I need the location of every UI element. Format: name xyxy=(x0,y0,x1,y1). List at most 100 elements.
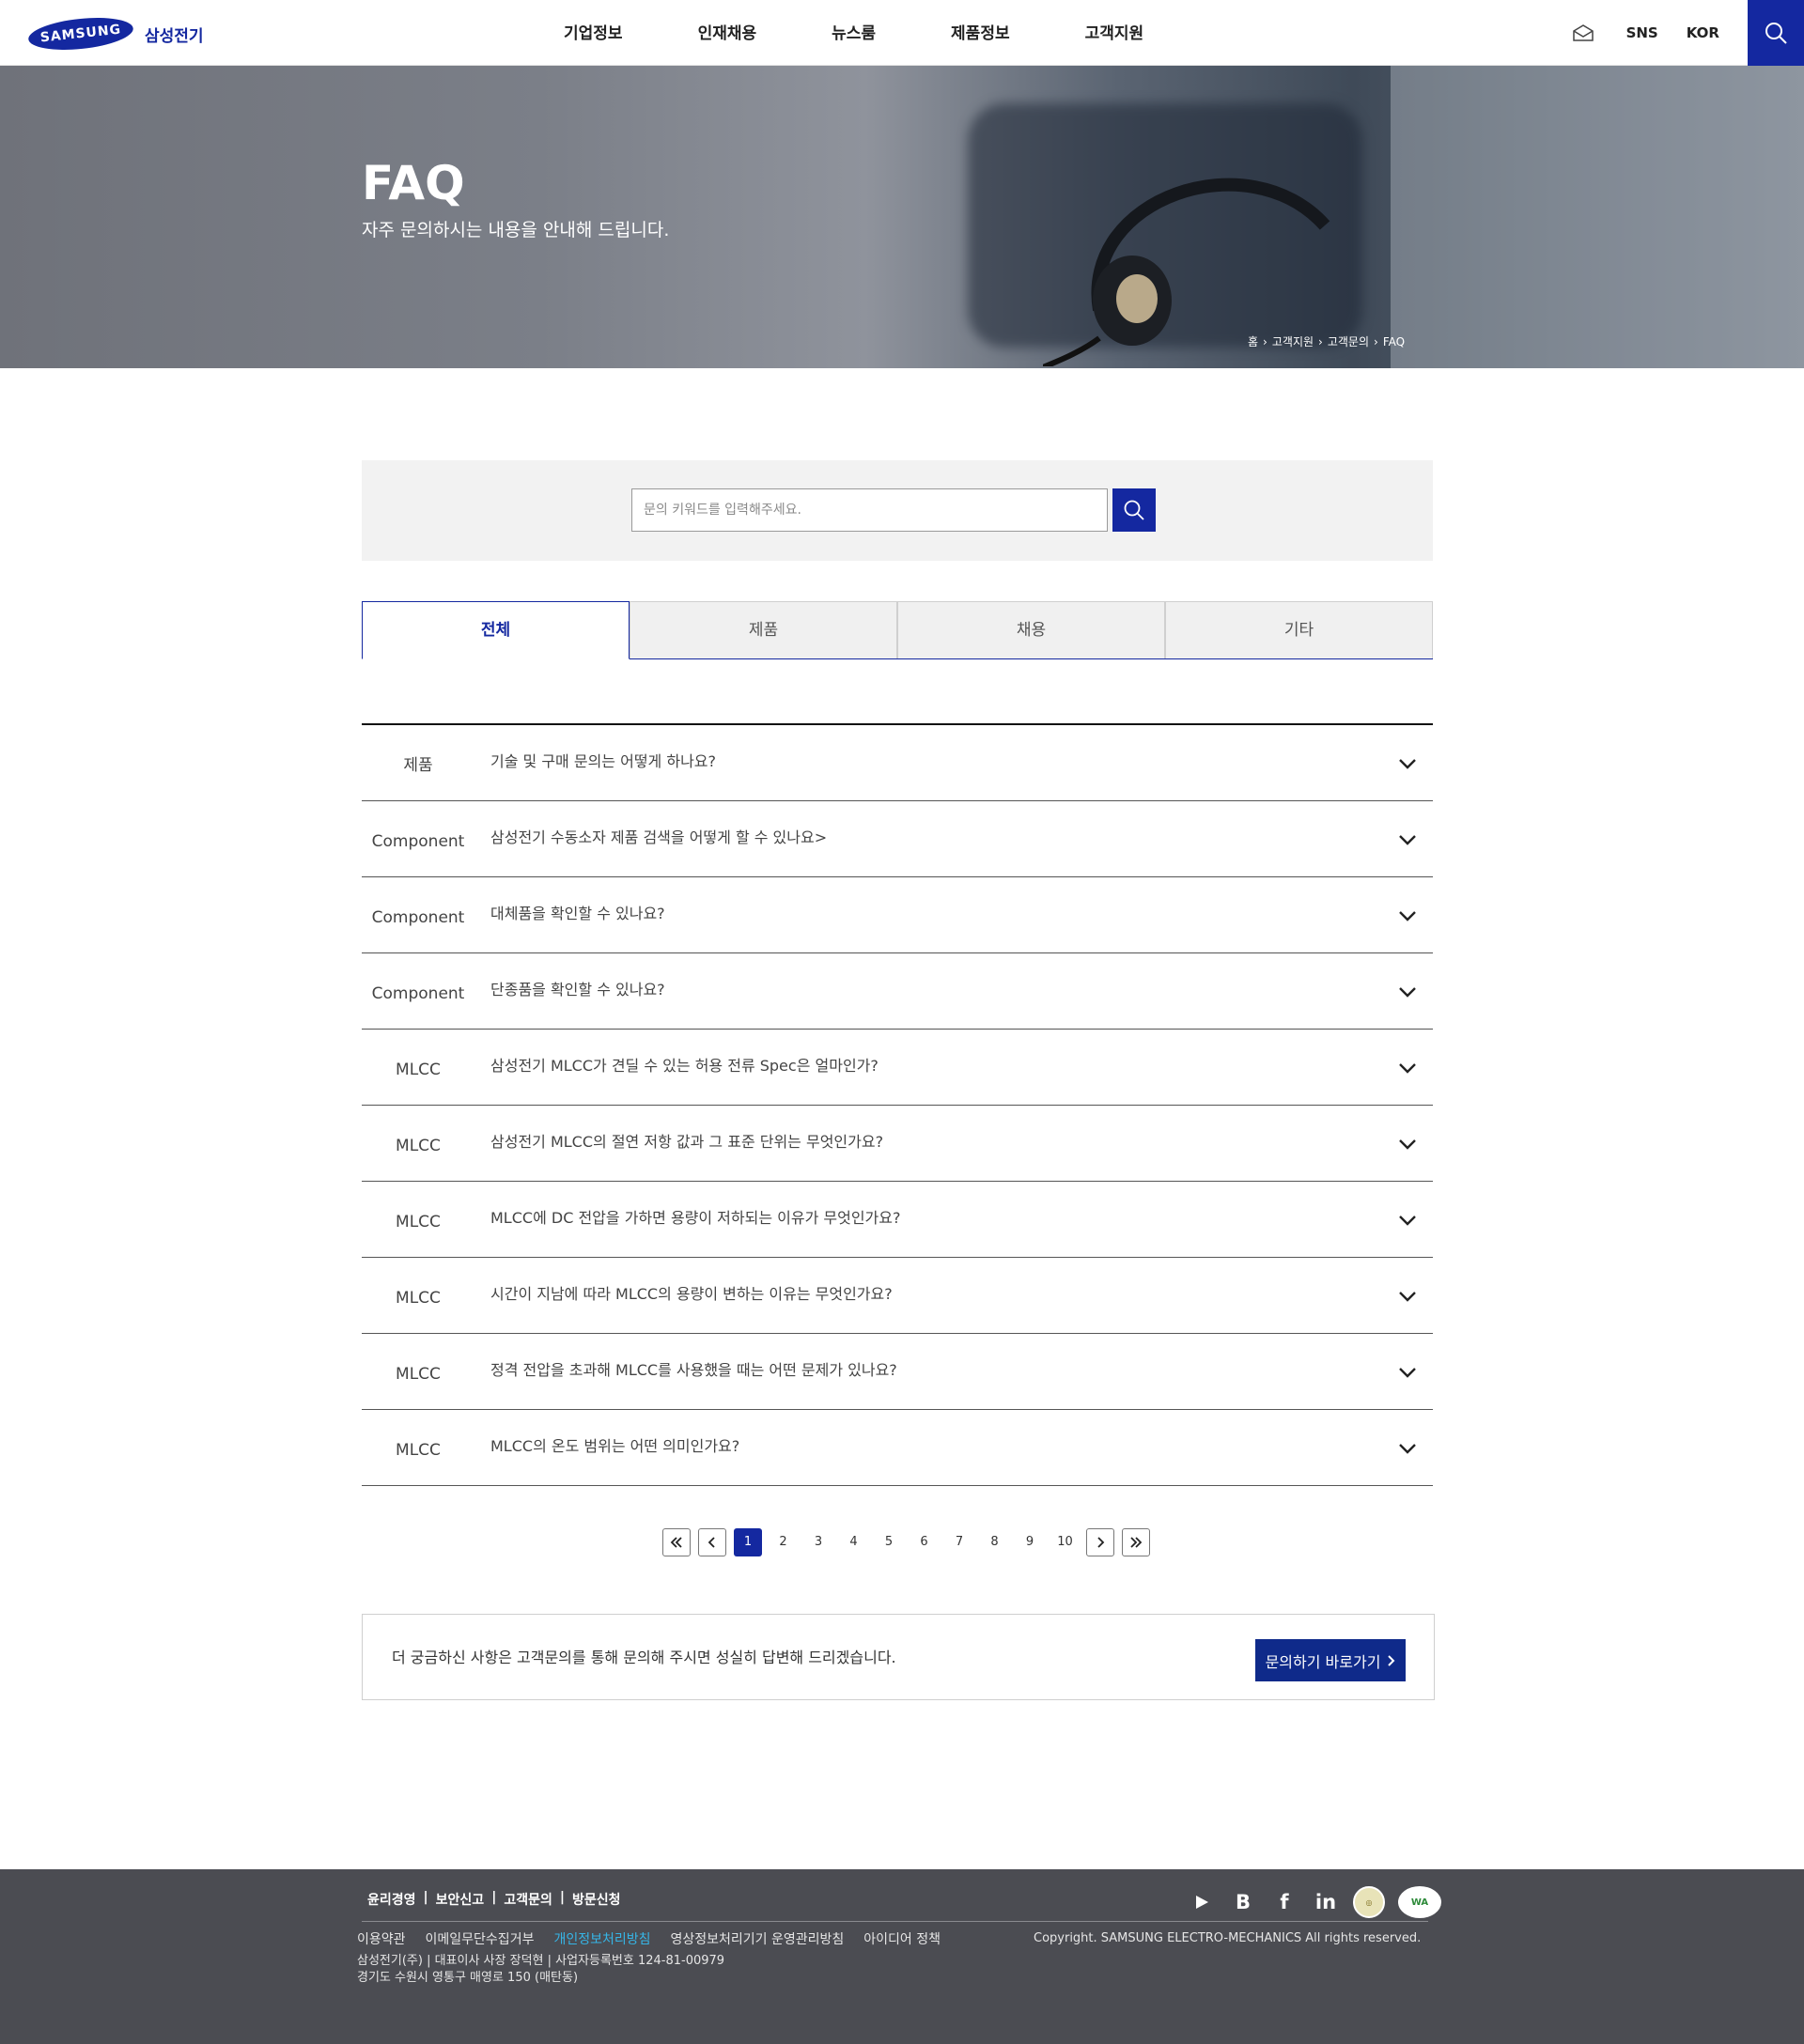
logo-kor-text: 삼성전기 xyxy=(145,26,204,46)
page-number[interactable]: 1 xyxy=(734,1528,762,1556)
last-page-button[interactable] xyxy=(1122,1528,1150,1556)
faq-category: MLCC xyxy=(396,1441,441,1460)
pagination: 1 2 3 4 5 6 7 8 9 10 xyxy=(662,1528,1158,1556)
company-address: 경기도 수원시 영통구 매영로 150 (매탄동) xyxy=(357,1971,579,1985)
chevron-right-icon: › xyxy=(1263,334,1267,348)
next-page-button[interactable] xyxy=(1086,1528,1114,1556)
laptop-image xyxy=(1391,66,1804,368)
blog-icon[interactable]: B xyxy=(1229,1888,1257,1916)
linkedin-icon[interactable]: in xyxy=(1312,1888,1340,1916)
web-accessibility-badge-icon[interactable]: WA xyxy=(1398,1886,1441,1918)
chevron-down-icon[interactable] xyxy=(1397,1212,1418,1229)
faq-category: MLCC xyxy=(396,1365,441,1384)
page-number[interactable]: 8 xyxy=(981,1528,1009,1556)
header-search-button[interactable] xyxy=(1748,0,1804,66)
faq-category: Component xyxy=(371,908,465,927)
search-button[interactable] xyxy=(1112,488,1156,532)
chevron-down-icon[interactable] xyxy=(1397,1060,1418,1076)
inquiry-button[interactable]: 문의하기 바로가기 xyxy=(1255,1639,1406,1681)
faq-list: 제품 기술 및 구매 문의는 어떻게 하나요? Component 삼성전기 수… xyxy=(362,723,1433,1486)
faq-question: MLCC에 DC 전압을 가하면 용량이 저하되는 이유가 무엇인가요? xyxy=(490,1209,901,1227)
page-number[interactable]: 9 xyxy=(1016,1528,1044,1556)
policy-cctv[interactable]: 영상정보처리기기 운영관리방침 xyxy=(671,1929,845,1948)
footer-link-inquiry[interactable]: 고객문의 xyxy=(504,1890,552,1909)
tab-recruit[interactable]: 채용 xyxy=(897,601,1165,658)
inquiry-text: 더 궁금하신 사항은 고객문의를 통해 문의해 주시면 성실히 답변해 드리겠습… xyxy=(392,1649,896,1666)
nav-item-newsroom[interactable]: 뉴스룸 xyxy=(794,0,913,66)
sns-link[interactable]: SNS xyxy=(1626,24,1658,41)
double-chevron-right-icon xyxy=(1130,1537,1143,1548)
faq-item[interactable]: 제품 기술 및 구매 문의는 어떻게 하나요? xyxy=(362,725,1433,801)
page-number[interactable]: 4 xyxy=(840,1528,868,1556)
chevron-down-icon[interactable] xyxy=(1397,1364,1418,1381)
footer-link-security[interactable]: 보안신고 xyxy=(436,1890,485,1909)
breadcrumb-home[interactable]: 홈 xyxy=(1248,333,1258,349)
faq-item[interactable]: MLCC MLCC의 온도 범위는 어떤 의미인가요? xyxy=(362,1410,1433,1486)
faq-question: 삼성전기 MLCC의 절연 저항 값과 그 표준 단위는 무엇인가요? xyxy=(490,1133,884,1151)
faq-category: MLCC xyxy=(396,1137,441,1155)
play-icon[interactable] xyxy=(1188,1888,1216,1916)
page-number[interactable]: 5 xyxy=(875,1528,903,1556)
faq-search-panel xyxy=(362,460,1433,561)
faq-item[interactable]: MLCC 정격 전압을 초과해 MLCC를 사용했을 때는 어떤 문제가 있나요… xyxy=(362,1334,1433,1410)
chevron-down-icon[interactable] xyxy=(1397,983,1418,1000)
chevron-down-icon[interactable] xyxy=(1397,1136,1418,1153)
divider: | xyxy=(559,1890,565,1905)
tab-all[interactable]: 전체 xyxy=(362,601,630,659)
chevron-down-icon[interactable] xyxy=(1397,831,1418,848)
faq-item[interactable]: MLCC 삼성전기 MLCC가 견딜 수 있는 허용 전류 Spec은 얼마인가… xyxy=(362,1030,1433,1106)
page-subtitle: 자주 문의하시는 내용을 안내해 드립니다. xyxy=(362,220,670,240)
faq-category: 제품 xyxy=(403,756,433,775)
faq-item[interactable]: Component 삼성전기 수동소자 제품 검색을 어떻게 할 수 있나요> xyxy=(362,801,1433,877)
page-number[interactable]: 2 xyxy=(770,1528,798,1556)
chevron-down-icon[interactable] xyxy=(1397,1440,1418,1457)
page-number[interactable]: 6 xyxy=(910,1528,939,1556)
language-select[interactable]: KOR xyxy=(1687,24,1719,41)
main-nav: 기업정보 인재채용 뉴스룸 제품정보 고객지원 xyxy=(526,0,1181,66)
faq-question: 정격 전압을 초과해 MLCC를 사용했을 때는 어떤 문제가 있나요? xyxy=(490,1361,897,1379)
breadcrumb-support[interactable]: 고객지원 xyxy=(1272,333,1314,349)
chevron-down-icon[interactable] xyxy=(1397,755,1418,772)
search-icon xyxy=(1124,500,1144,520)
policy-idea[interactable]: 아이디어 정책 xyxy=(863,1929,941,1948)
page-title: FAQ xyxy=(362,156,465,210)
chevron-down-icon[interactable] xyxy=(1397,1288,1418,1305)
faq-question: MLCC의 온도 범위는 어떤 의미인가요? xyxy=(490,1437,740,1455)
facebook-icon[interactable]: f xyxy=(1270,1888,1299,1916)
footer-link-visit[interactable]: 방문신청 xyxy=(572,1890,621,1909)
page-number[interactable]: 7 xyxy=(945,1528,973,1556)
samsung-logo[interactable]: SAMSUNG 삼성전기 xyxy=(26,13,204,54)
certification-badge-icon[interactable]: ◎ xyxy=(1353,1886,1385,1918)
chevron-right-icon: › xyxy=(1374,334,1378,348)
page-number[interactable]: 3 xyxy=(804,1528,832,1556)
chevron-right-icon xyxy=(1388,1654,1395,1666)
chevron-down-icon[interactable] xyxy=(1397,907,1418,924)
nav-item-products[interactable]: 제품정보 xyxy=(913,0,1048,66)
search-input[interactable] xyxy=(631,488,1108,532)
policy-terms[interactable]: 이용약관 xyxy=(357,1929,406,1948)
company-info: 삼성전기(주) | 대표이사 사장 장덕현 | 사업자등록번호 124-81-0… xyxy=(357,1954,725,1968)
nav-item-support[interactable]: 고객지원 xyxy=(1048,0,1182,66)
tab-product[interactable]: 제품 xyxy=(630,601,897,658)
page-number[interactable]: 10 xyxy=(1051,1528,1080,1556)
breadcrumb: 홈 › 고객지원 › 고객문의 › FAQ xyxy=(1248,333,1405,349)
nav-item-company[interactable]: 기업정보 xyxy=(526,0,661,66)
faq-question: 대체품을 확인할 수 있나요? xyxy=(490,905,665,922)
faq-item[interactable]: MLCC 시간이 지남에 따라 MLCC의 용량이 변하는 이유는 무엇인가요? xyxy=(362,1258,1433,1334)
footer-link-ethics[interactable]: 윤리경영 xyxy=(367,1890,416,1909)
chevron-right-icon: › xyxy=(1318,334,1323,348)
prev-page-button[interactable] xyxy=(698,1528,726,1556)
policy-privacy[interactable]: 개인정보처리방침 xyxy=(553,1929,650,1948)
tab-etc[interactable]: 기타 xyxy=(1165,601,1433,658)
policy-email[interactable]: 이메일무단수집거부 xyxy=(426,1929,535,1948)
breadcrumb-inquiry[interactable]: 고객문의 xyxy=(1328,333,1369,349)
first-page-button[interactable] xyxy=(662,1528,691,1556)
faq-item[interactable]: Component 대체품을 확인할 수 있나요? xyxy=(362,877,1433,953)
faq-item[interactable]: MLCC 삼성전기 MLCC의 절연 저항 값과 그 표준 단위는 무엇인가요? xyxy=(362,1106,1433,1182)
nav-item-careers[interactable]: 인재채용 xyxy=(661,0,795,66)
mail-icon[interactable] xyxy=(1572,23,1596,42)
faq-category: Component xyxy=(371,832,465,851)
divider: | xyxy=(491,1890,497,1905)
faq-item[interactable]: Component 단종품을 확인할 수 있나요? xyxy=(362,953,1433,1030)
faq-item[interactable]: MLCC MLCC에 DC 전압을 가하면 용량이 저하되는 이유가 무엇인가요… xyxy=(362,1182,1433,1258)
